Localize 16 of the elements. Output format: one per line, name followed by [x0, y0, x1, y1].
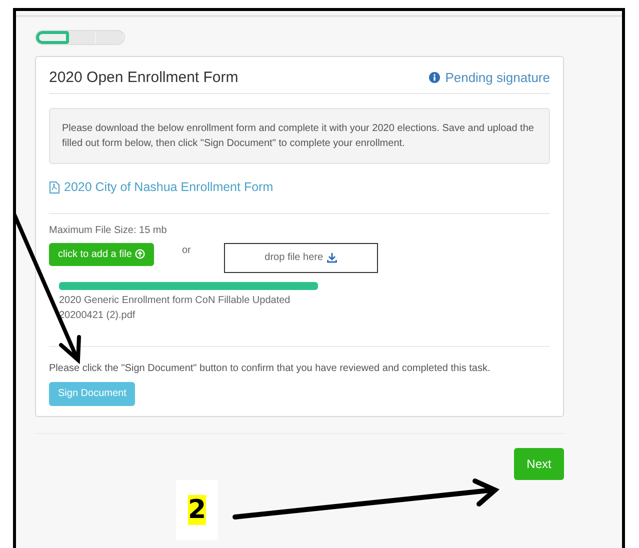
download-icon — [327, 252, 338, 262]
next-button[interactable]: Next — [514, 448, 564, 480]
sign-document-button[interactable]: Sign Document — [49, 382, 136, 406]
confirm-text: Please click the "Sign Document" button to confirm that you have reviewed and completed this task. — [49, 362, 492, 374]
add-file-button[interactable]: click to add a file — [49, 242, 154, 266]
form-link[interactable]: 2020 City of Nashua Enrollment Form — [49, 180, 274, 194]
drop-zone[interactable]: drop file here — [224, 242, 378, 272]
card-title: 2020 Open Enrollment Form — [49, 69, 238, 86]
max-size-text: Maximum File Size: 15 mb — [49, 224, 168, 236]
instructions-text: Please download the below enrollment form and complete it with your 2020 elections. Save and upload the filled out form below, then click "Sign Document" to complete your enrollment. — [49, 108, 550, 164]
annotation-label: 2 — [188, 495, 206, 525]
or-text: or — [182, 244, 191, 256]
status-text: Pending signature — [445, 70, 550, 85]
upload-icon — [134, 249, 145, 259]
info-icon — [429, 72, 440, 83]
pdf-file-icon — [49, 180, 60, 194]
